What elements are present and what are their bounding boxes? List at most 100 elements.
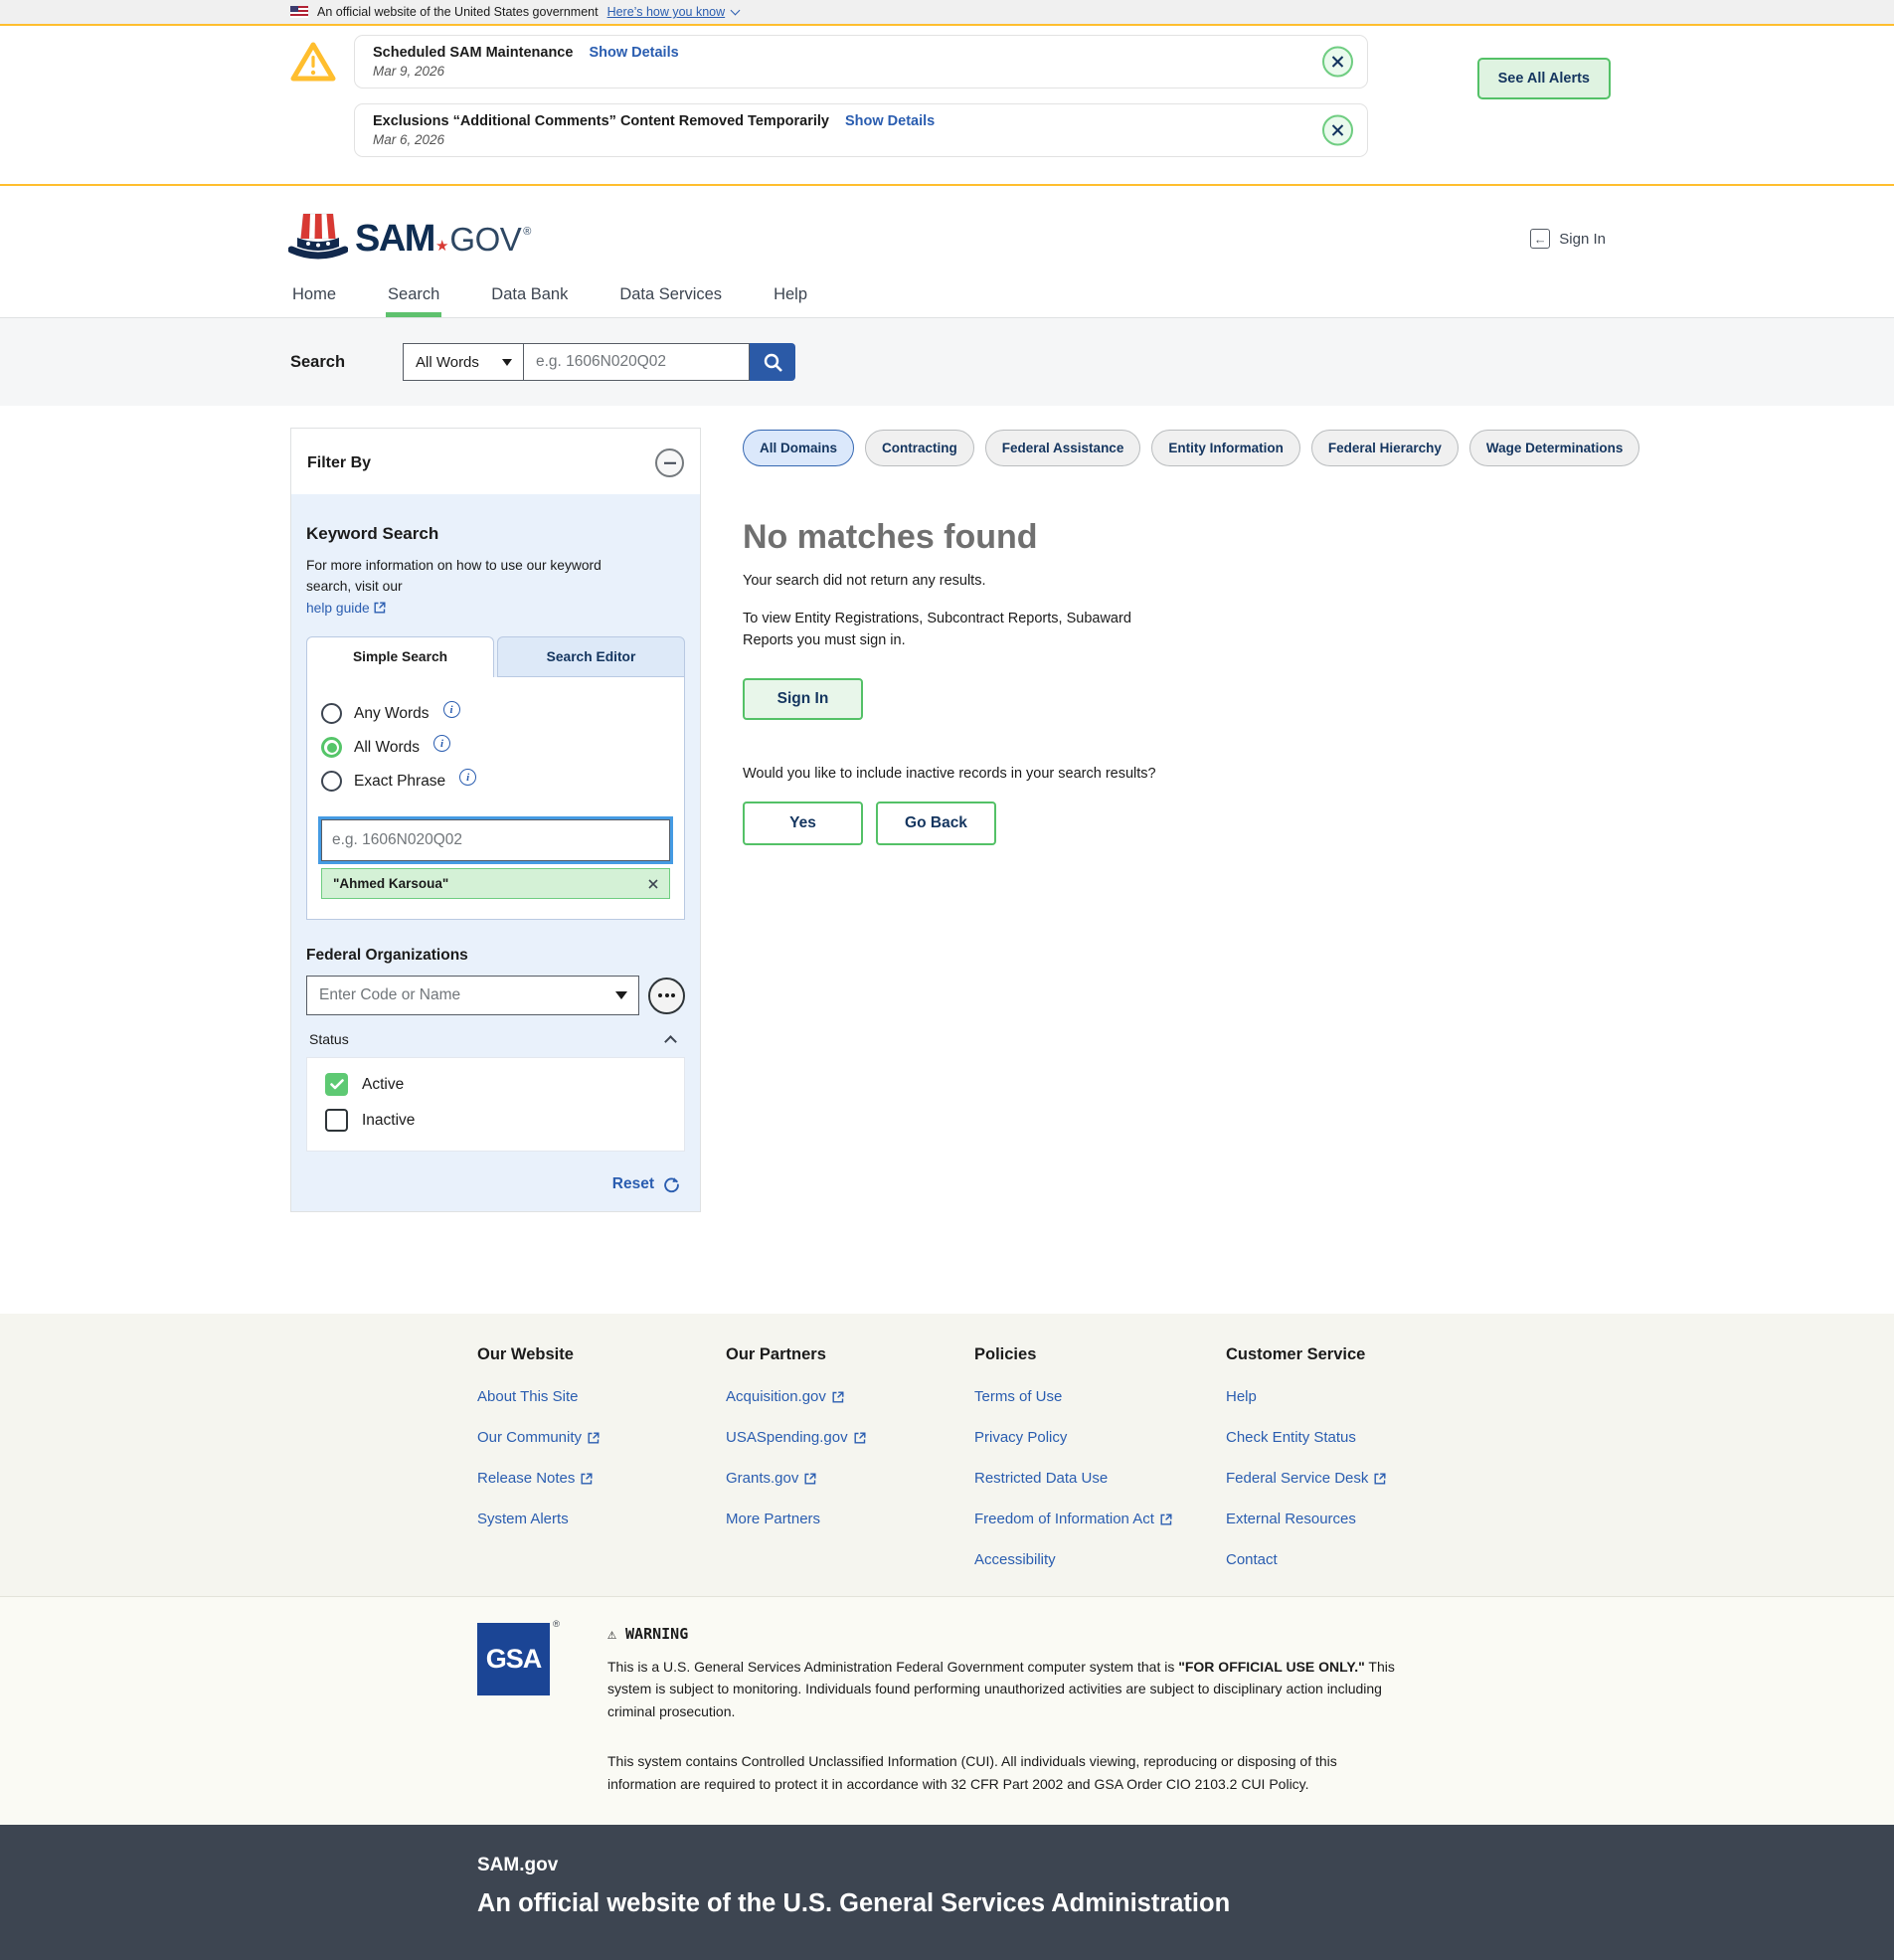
domain-pill-federal-assistance[interactable]: Federal Assistance: [985, 430, 1141, 466]
alert-show-details-link[interactable]: Show Details: [845, 113, 935, 129]
search-results-area: All Domains Contracting Federal Assistan…: [743, 428, 1854, 845]
footer-link-foia[interactable]: Freedom of Information Act: [974, 1511, 1226, 1527]
sign-in-label: Sign In: [1559, 231, 1606, 248]
footer-column-heading: Policies: [974, 1345, 1226, 1364]
footer-link-usaspending-gov[interactable]: USASpending.gov: [726, 1429, 974, 1446]
see-all-alerts-button[interactable]: See All Alerts: [1477, 58, 1611, 99]
info-icon[interactable]: i: [459, 769, 476, 786]
combobox-arrow-icon[interactable]: [615, 991, 627, 999]
logo-gov-text: GOV: [449, 221, 521, 259]
footer-link-federal-service-desk[interactable]: Federal Service Desk: [1226, 1470, 1524, 1487]
reset-icon: [663, 1176, 680, 1193]
filter-panel: Filter By Keyword Search For more inform…: [290, 428, 701, 1212]
alert-date: Mar 9, 2026: [373, 64, 1307, 79]
sign-in-button[interactable]: Sign In: [743, 678, 863, 720]
global-search-input[interactable]: [524, 343, 750, 381]
alert-row: Exclusions “Additional Comments” Content…: [290, 103, 1368, 157]
banner-how-you-know-link[interactable]: Here’s how you know: [607, 5, 726, 19]
active-label: Active: [362, 1076, 404, 1094]
footer-link-more-partners[interactable]: More Partners: [726, 1511, 974, 1527]
warning-paragraph-1: This is a U.S. General Services Administ…: [607, 1656, 1398, 1722]
footer-link-terms-of-use[interactable]: Terms of Use: [974, 1388, 1226, 1405]
any-words-radio[interactable]: [321, 703, 342, 724]
federal-organizations-combobox[interactable]: [306, 976, 639, 1015]
search-submit-button[interactable]: [750, 343, 795, 381]
footer-link-acquisition-gov[interactable]: Acquisition.gov: [726, 1388, 974, 1405]
footer-column-our-partners: Our Partners Acquisition.gov USASpending…: [726, 1345, 974, 1592]
alert-show-details-link[interactable]: Show Details: [589, 45, 678, 61]
filter-collapse-button[interactable]: [655, 448, 684, 477]
nav-item-data-services[interactable]: Data Services: [617, 277, 724, 317]
nav-item-search[interactable]: Search: [386, 277, 441, 317]
footer-link-system-alerts[interactable]: System Alerts: [477, 1511, 726, 1527]
domain-pill-entity-information[interactable]: Entity Information: [1151, 430, 1300, 466]
alert-title: Exclusions “Additional Comments” Content…: [373, 113, 829, 129]
footer-brand: SAM.gov: [477, 1855, 1894, 1876]
external-link-icon: [588, 1432, 600, 1444]
info-icon[interactable]: i: [433, 735, 450, 752]
external-link-icon: [1374, 1473, 1386, 1485]
filter-panel-title: Filter By: [307, 454, 371, 472]
external-link-icon: [374, 602, 386, 614]
sam-gov-logo[interactable]: SAM ★ GOV ®: [288, 212, 531, 266]
help-guide-link[interactable]: help guide: [306, 598, 386, 619]
search-mode-value: All Words: [416, 354, 479, 371]
footer-link-help[interactable]: Help: [1226, 1388, 1524, 1405]
status-accordion-toggle[interactable]: Status: [306, 1015, 685, 1057]
external-link-icon: [804, 1473, 816, 1485]
all-words-radio[interactable]: [321, 737, 342, 758]
active-checkbox[interactable]: [325, 1073, 348, 1096]
warning-title: WARNING: [625, 1625, 688, 1643]
footer-column-our-website: Our Website About This Site Our Communit…: [477, 1345, 726, 1592]
tab-search-editor[interactable]: Search Editor: [497, 636, 685, 677]
banner-text: An official website of the United States…: [317, 5, 599, 19]
footer-dark-band: SAM.gov An official website of the U.S. …: [0, 1825, 1894, 1960]
tab-simple-search[interactable]: Simple Search: [306, 636, 494, 677]
exact-phrase-radio[interactable]: [321, 771, 342, 792]
nav-item-help[interactable]: Help: [772, 277, 809, 317]
yes-button[interactable]: Yes: [743, 802, 863, 845]
footer-link-release-notes[interactable]: Release Notes: [477, 1470, 726, 1487]
search-band: Search All Words: [0, 318, 1894, 406]
logo-star-icon: ★: [435, 237, 448, 255]
keyword-search-input[interactable]: [321, 819, 670, 861]
warning-triangle-icon: [290, 41, 336, 83]
search-mode-select[interactable]: All Words: [403, 343, 524, 381]
keyword-search-tabs: Simple Search Search Editor: [306, 636, 685, 677]
footer-link-contact[interactable]: Contact: [1226, 1551, 1524, 1568]
alert-close-button[interactable]: [1322, 115, 1353, 146]
inactive-label: Inactive: [362, 1112, 415, 1130]
domain-pill-contracting[interactable]: Contracting: [865, 430, 974, 466]
footer-column-policies: Policies Terms of Use Privacy Policy Res…: [974, 1345, 1226, 1592]
footer-link-grants-gov[interactable]: Grants.gov: [726, 1470, 974, 1487]
site-header: SAM ★ GOV ® ← Sign In Home Search Data B…: [0, 186, 1894, 318]
footer-warning-section: GSA ® ⚠ WARNING This is a U.S. General S…: [0, 1596, 1894, 1825]
footer-link-our-community[interactable]: Our Community: [477, 1429, 726, 1446]
footer-link-restricted-data-use[interactable]: Restricted Data Use: [974, 1470, 1226, 1487]
domain-pill-all-domains[interactable]: All Domains: [743, 430, 854, 466]
domain-pill-federal-hierarchy[interactable]: Federal Hierarchy: [1311, 430, 1459, 466]
footer-column-customer-service: Customer Service Help Check Entity Statu…: [1226, 1345, 1524, 1592]
ellipsis-icon: [658, 993, 662, 997]
domain-pill-wage-determinations[interactable]: Wage Determinations: [1469, 430, 1640, 466]
warning-icon: ⚠: [607, 1625, 616, 1643]
info-icon[interactable]: i: [443, 701, 460, 718]
reset-filters-button[interactable]: Reset: [306, 1175, 685, 1193]
nav-item-data-bank[interactable]: Data Bank: [489, 277, 570, 317]
alert-close-button[interactable]: [1322, 47, 1353, 78]
footer-link-accessibility[interactable]: Accessibility: [974, 1551, 1226, 1568]
domain-filter-pills: All Domains Contracting Federal Assistan…: [743, 430, 1854, 466]
inactive-checkbox[interactable]: [325, 1109, 348, 1132]
tag-remove-button[interactable]: [648, 879, 658, 889]
federal-organizations-input[interactable]: [307, 977, 638, 1014]
nav-item-home[interactable]: Home: [290, 277, 338, 317]
footer-link-external-resources[interactable]: External Resources: [1226, 1511, 1524, 1527]
check-icon: [330, 1079, 344, 1090]
footer-link-about-this-site[interactable]: About This Site: [477, 1388, 726, 1405]
sign-in-link[interactable]: ← Sign In: [1530, 229, 1606, 249]
footer-link-check-entity-status[interactable]: Check Entity Status: [1226, 1429, 1524, 1446]
go-back-button[interactable]: Go Back: [876, 802, 996, 845]
footer-link-privacy-policy[interactable]: Privacy Policy: [974, 1429, 1226, 1446]
sign-in-note: To view Entity Registrations, Subcontrac…: [743, 609, 1165, 652]
browse-organizations-button[interactable]: [648, 978, 685, 1014]
